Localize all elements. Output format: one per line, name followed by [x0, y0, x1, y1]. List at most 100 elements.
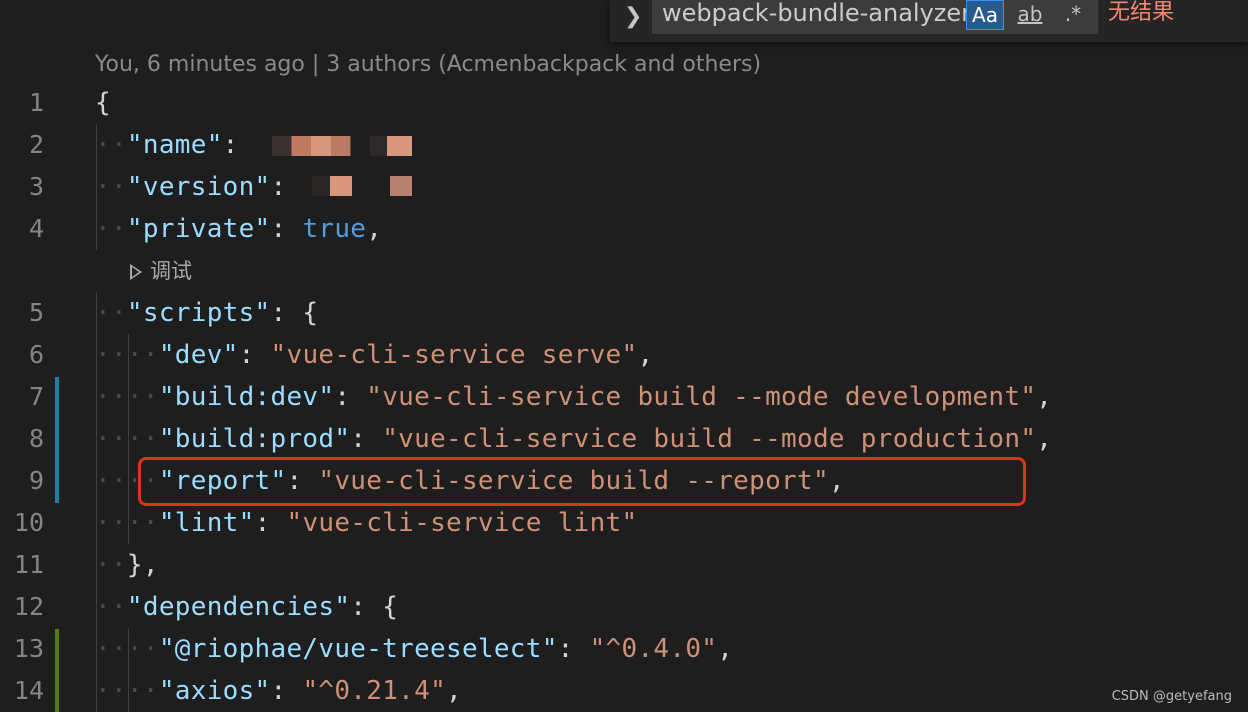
whitespace-marker: ····	[95, 676, 159, 706]
code-text[interactable]: ··"dependencies": {	[95, 586, 398, 628]
whitespace-marker: ··	[95, 172, 127, 202]
whitespace-marker: ··	[95, 214, 127, 244]
line-number[interactable]: 7	[0, 376, 44, 418]
code-line[interactable]: 2 ··"name":	[0, 124, 1248, 166]
code-token: ,	[366, 214, 383, 244]
code-token: "vue-cli-service serve"	[270, 340, 638, 370]
code-token: "name"	[126, 130, 223, 160]
code-text[interactable]: ····"axios": "^0.21.4",	[95, 670, 462, 712]
code-line[interactable]: 1{	[0, 82, 1248, 124]
code-text[interactable]: ··"scripts": {	[95, 292, 318, 334]
code-text[interactable]: ··"private": true,	[95, 208, 382, 250]
code-editor[interactable]: You, 6 minutes ago | 3 authors (Acmenbac…	[0, 0, 1248, 712]
code-token: "lint"	[158, 508, 255, 538]
code-token: "build:dev"	[158, 382, 335, 412]
whitespace-marker: ··	[95, 130, 127, 160]
find-widget: ❯ webpack-bundle-analyzer Aa ab .* 无结果	[610, 0, 1248, 42]
code-token: :	[270, 676, 303, 706]
code-line[interactable]: 14 ····"axios": "^0.21.4",	[0, 670, 1248, 712]
whitespace-marker: ····	[95, 634, 159, 664]
code-text[interactable]: {	[95, 82, 111, 124]
code-text[interactable]: ··"name":	[95, 124, 255, 166]
code-token: : {	[350, 592, 399, 622]
code-line[interactable]: 13 ····"@riophae/vue-treeselect": "^0.4.0…	[0, 628, 1248, 670]
line-number[interactable]: 8	[0, 418, 44, 460]
code-token: :	[557, 634, 590, 664]
code-token: {	[95, 88, 111, 118]
line-number[interactable]: 2	[0, 124, 44, 166]
find-result-count: 无结果	[1108, 0, 1175, 25]
chevron-right-icon[interactable]: ❯	[624, 4, 642, 29]
code-token: ,	[446, 676, 462, 706]
code-token: },	[126, 550, 159, 580]
whitespace-marker: ····	[95, 508, 159, 538]
whitespace-marker: ··	[95, 550, 127, 580]
watermark: CSDN @getyefang	[1111, 689, 1232, 704]
code-text[interactable]: ··"version":	[95, 166, 302, 208]
code-token: "dev"	[158, 340, 239, 370]
code-token: : {	[270, 298, 319, 328]
code-token: "^0.4.0"	[589, 634, 718, 664]
line-number[interactable]: 9	[0, 460, 44, 502]
code-token: "dependencies"	[126, 592, 351, 622]
code-token: :	[222, 130, 255, 160]
code-token: "build:prod"	[158, 424, 351, 454]
code-text[interactable]: ··},	[95, 544, 159, 586]
match-case-toggle[interactable]: Aa	[966, 0, 1004, 30]
line-number[interactable]: 6	[0, 334, 44, 376]
code-token: "vue-cli-service build --mode production…	[382, 424, 1037, 454]
code-line[interactable]: 6 ····"dev": "vue-cli-service serve",	[0, 334, 1248, 376]
code-line[interactable]: 11 ··},	[0, 544, 1248, 586]
line-number[interactable]: 1	[0, 82, 44, 124]
code-token: "vue-cli-service lint"	[286, 508, 638, 538]
git-blame-annotation[interactable]: You, 6 minutes ago | 3 authors (Acmenbac…	[95, 49, 761, 81]
highlight-annotation	[138, 457, 1026, 506]
line-number[interactable]: 12	[0, 586, 44, 628]
regex-toggle[interactable]: .*	[1058, 0, 1088, 30]
line-number[interactable]: 10	[0, 502, 44, 544]
code-line[interactable]: 12 ··"dependencies": {	[0, 586, 1248, 628]
whitespace-marker: ····	[95, 382, 159, 412]
code-token: ,	[637, 340, 654, 370]
code-line[interactable]: 10 ····"lint": "vue-cli-service lint"	[0, 502, 1248, 544]
code-text[interactable]: ····"dev": "vue-cli-service serve",	[95, 334, 653, 376]
code-token: :	[350, 424, 383, 454]
code-token: :	[254, 508, 287, 538]
code-line[interactable]: 3 ··"version":	[0, 166, 1248, 208]
line-number[interactable]: 13	[0, 628, 44, 670]
code-text[interactable]: ····"build:prod": "vue-cli-service build…	[95, 418, 1052, 460]
code-token: "scripts"	[126, 298, 271, 328]
code-token: true	[302, 214, 367, 244]
code-text[interactable]: ····"@riophae/vue-treeselect": "^0.4.0",	[95, 628, 733, 670]
code-text[interactable]: ····"lint": "vue-cli-service lint"	[95, 502, 637, 544]
play-icon	[130, 264, 142, 280]
code-line[interactable]: 8 ····"build:prod": "vue-cli-service buil…	[0, 418, 1248, 460]
line-number[interactable]: 5	[0, 292, 44, 334]
code-line[interactable]: 5 ··"scripts": {	[0, 292, 1248, 334]
code-token: :	[334, 382, 367, 412]
code-token: ,	[717, 634, 734, 664]
code-token: :	[270, 214, 303, 244]
whitespace-marker: ····	[95, 424, 159, 454]
redacted-value	[272, 136, 412, 156]
code-token: ,	[1036, 424, 1053, 454]
code-token: "vue-cli-service build --mode developmen…	[366, 382, 1037, 412]
code-line[interactable]: 7 ····"build:dev": "vue-cli-service build…	[0, 376, 1248, 418]
line-number[interactable]: 11	[0, 544, 44, 586]
codelens-debug[interactable]: 调试	[130, 256, 192, 286]
whitespace-marker: ··	[95, 298, 127, 328]
code-token: :	[270, 172, 303, 202]
code-token: "private"	[126, 214, 271, 244]
code-token: "^0.21.4"	[302, 676, 447, 706]
redacted-value	[312, 176, 412, 196]
code-token: :	[238, 340, 271, 370]
codelens-label: 调试	[150, 259, 192, 283]
code-token: "version"	[126, 172, 271, 202]
line-number[interactable]: 4	[0, 208, 44, 250]
whole-word-toggle[interactable]: ab	[1012, 0, 1048, 30]
code-line[interactable]: 4 ··"private": true,	[0, 208, 1248, 250]
code-text[interactable]: ····"build:dev": "vue-cli-service build …	[95, 376, 1052, 418]
line-number[interactable]: 3	[0, 166, 44, 208]
code-token: "@riophae/vue-treeselect"	[158, 634, 558, 664]
line-number[interactable]: 14	[0, 670, 44, 712]
